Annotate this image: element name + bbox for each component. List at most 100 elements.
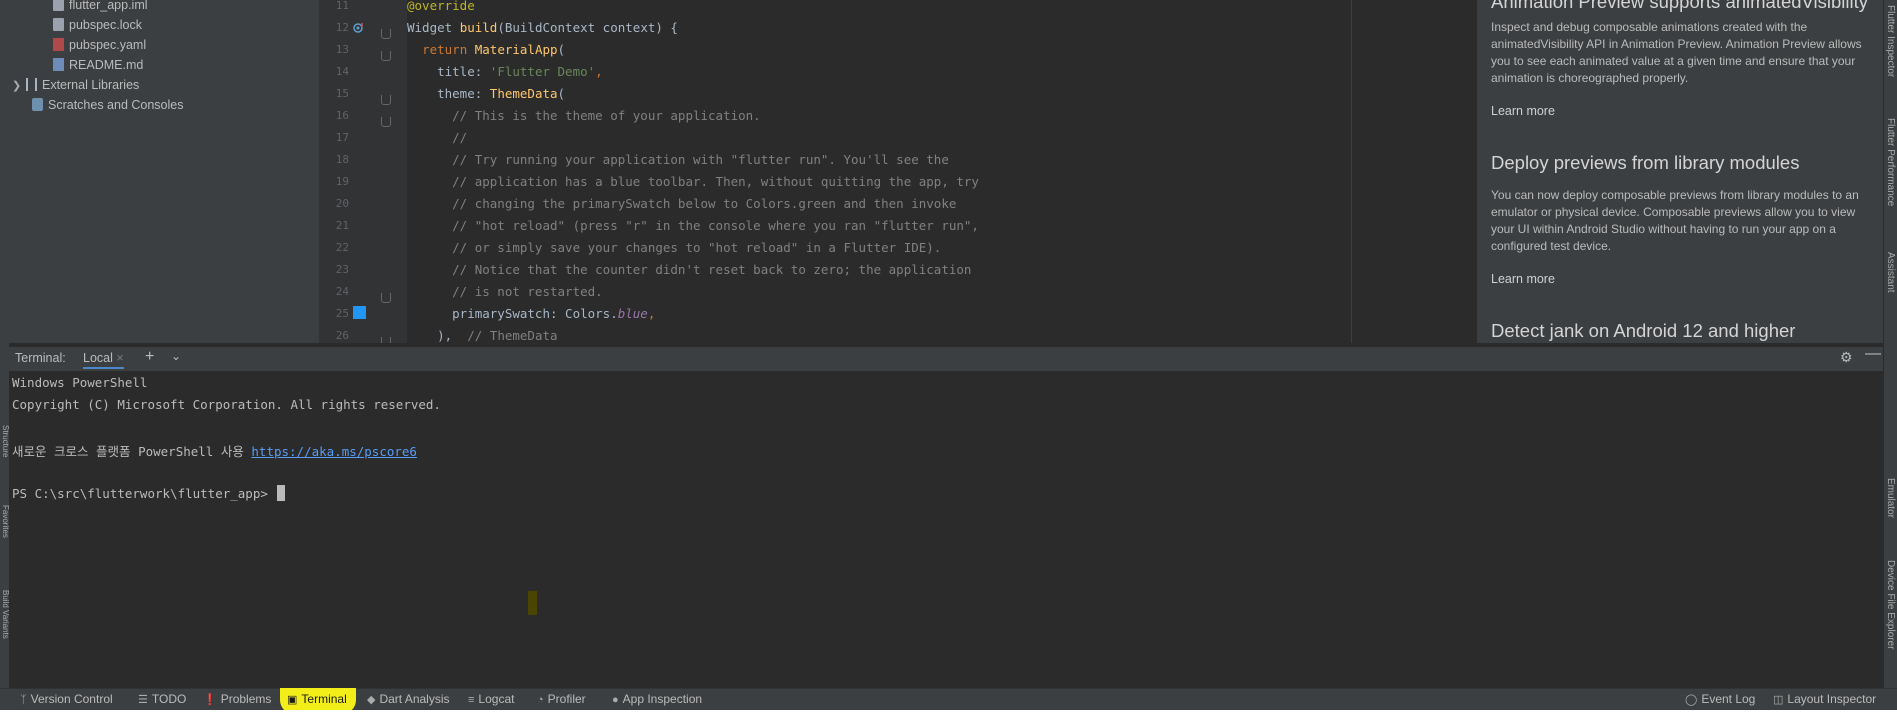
todo-button[interactable]: ☰ TODO — [138, 692, 186, 706]
fold-marker-icon[interactable] — [381, 51, 391, 61]
code-line[interactable]: Widget build(BuildContext context) { — [407, 17, 678, 39]
dart-analysis-button[interactable]: ◆ Dart Analysis — [367, 692, 450, 706]
code-token: 'Flutter Demo' — [489, 64, 596, 79]
scratch-icon — [32, 98, 43, 111]
tree-item-external-libraries[interactable]: ❯ External Libraries — [12, 75, 139, 95]
project-tree: flutter_app.iml pubspec.lock pubspec.yam… — [9, 0, 319, 343]
tab-local[interactable]: Local × — [83, 351, 124, 369]
fold-marker-icon[interactable] — [381, 117, 391, 127]
code-line[interactable]: // Try running your application with "fl… — [407, 149, 949, 171]
assistant-tab[interactable]: Assistant — [1885, 252, 1896, 293]
code-line[interactable]: // "hot reload" (press "r" in the consol… — [407, 215, 979, 237]
right-margin-guide — [1351, 0, 1352, 343]
tree-item-readme[interactable]: README.md — [53, 55, 143, 75]
code-line[interactable]: ), // ThemeData — [407, 325, 558, 343]
flutter-inspector-tab[interactable]: Flutter Inspector — [1885, 5, 1896, 77]
tree-item-flutter-app-iml[interactable]: flutter_app.iml — [53, 0, 148, 15]
code-line[interactable]: // or simply save your changes to "hot r… — [407, 237, 941, 259]
chevron-down-icon[interactable]: ⌄ — [171, 349, 181, 363]
code-line[interactable]: primarySwatch: Colors.blue, — [407, 303, 655, 325]
event-log-button[interactable]: ◯ Event Log — [1685, 692, 1755, 706]
emulator-tab[interactable]: Emulator — [1885, 478, 1896, 518]
terminal-output[interactable]: Windows PowerShell Copyright (C) Microso… — [9, 371, 1883, 688]
terminal-prompt-line[interactable]: PS C:\src\flutterwork\flutter_app> — [12, 485, 286, 501]
line-number: 12 — [335, 21, 349, 34]
problems-icon: ❗ — [203, 694, 217, 706]
profiler-button[interactable]: ◔ Profiler — [537, 692, 586, 706]
add-terminal-icon[interactable]: + — [145, 348, 154, 366]
terminal-header: Terminal: Local × + ⌄ ⚙ — — [9, 345, 1883, 371]
assistant-panel: Animation Preview supports animatedVisib… — [1477, 0, 1883, 343]
override-marker-icon[interactable] — [353, 21, 365, 33]
assistant-heading-animation-preview: Animation Preview supports animatedVisib… — [1491, 0, 1869, 12]
minimize-icon[interactable]: — — [1865, 345, 1881, 363]
code-token: // Try running your application with "fl… — [407, 152, 949, 167]
layout-inspector-icon: ◫ — [1773, 694, 1784, 706]
color-swatch-icon[interactable] — [353, 306, 366, 319]
terminal-title: Terminal: — [15, 351, 66, 365]
tree-item-scratches[interactable]: Scratches and Consoles — [32, 95, 184, 115]
fold-marker-icon[interactable] — [381, 29, 391, 39]
code-token: build — [459, 20, 498, 35]
code-token: primarySwatch: Colors. — [407, 306, 618, 321]
code-token: // is not restarted. — [407, 284, 603, 299]
code-line[interactable]: // changing the primarySwatch below to C… — [407, 193, 956, 215]
code-line[interactable]: theme: ThemeData( — [407, 83, 565, 105]
assistant-heading-detect-jank: Detect jank on Android 12 and higher — [1491, 320, 1796, 341]
code-line[interactable]: // is not restarted. — [407, 281, 603, 303]
chevron-right-icon[interactable]: ❯ — [12, 76, 26, 96]
code-line[interactable]: @override — [407, 0, 475, 17]
code-token: , — [595, 64, 603, 79]
close-icon[interactable]: × — [116, 351, 123, 365]
code-token: Widget — [407, 20, 460, 35]
layout-inspector-button[interactable]: ◫ Layout Inspector — [1773, 692, 1876, 706]
code-line[interactable]: // Notice that the counter didn't reset … — [407, 259, 971, 281]
pscore6-link[interactable]: https://aka.ms/pscore6 — [251, 444, 417, 459]
dart-analysis-icon: ◆ — [367, 694, 376, 706]
flutter-performance-tab[interactable]: Flutter Performance — [1885, 118, 1896, 206]
library-icon — [26, 78, 37, 91]
code-line[interactable]: // This is the theme of your application… — [407, 105, 761, 127]
code-line[interactable]: return MaterialApp( — [407, 39, 565, 61]
terminal-line: 새로운 크로스 플랫폼 PowerShell 사용 https://aka.ms… — [12, 444, 417, 459]
code-token: (BuildContext context) { — [497, 20, 678, 35]
version-control-button[interactable]: ᛉ Version Control — [20, 692, 113, 706]
problems-button[interactable]: ❗ Problems — [203, 692, 271, 706]
line-number: 15 — [335, 87, 349, 100]
iml-file-icon — [53, 0, 64, 11]
tree-item-pubspec-lock[interactable]: pubspec.lock — [53, 15, 142, 35]
gear-icon[interactable]: ⚙ — [1840, 349, 1853, 366]
code-token: theme: — [407, 86, 490, 101]
terminal-cursor — [277, 485, 286, 501]
line-number: 25 — [335, 307, 349, 320]
code-token: // application has a blue toolbar. Then,… — [407, 174, 979, 189]
version-control-icon: ᛉ — [20, 694, 27, 706]
code-token: // or simply save your changes to "hot r… — [407, 240, 942, 255]
line-number: 13 — [335, 43, 349, 56]
terminal-button[interactable]: ▣ Terminal — [287, 692, 347, 706]
app-inspection-button[interactable]: ● App Inspection — [612, 692, 702, 706]
yaml-file-icon — [53, 38, 64, 51]
code-line[interactable]: title: 'Flutter Demo', — [407, 61, 603, 83]
todo-icon: ☰ — [138, 694, 148, 706]
code-line[interactable]: // — [407, 127, 467, 149]
fold-marker-icon[interactable] — [381, 293, 391, 303]
code-token: // ThemeData — [467, 328, 558, 343]
profiler-icon: ◔ — [537, 694, 544, 706]
tree-item-pubspec-yaml[interactable]: pubspec.yaml — [53, 35, 146, 55]
assistant-paragraph-1: Inspect and debug composable animations … — [1491, 20, 1862, 85]
learn-more-link-2[interactable]: Learn more — [1491, 272, 1555, 286]
line-number: 24 — [335, 285, 349, 298]
code-token: @override — [407, 0, 475, 13]
device-file-explorer-tab[interactable]: Device File Explorer — [1885, 560, 1896, 649]
code-editor[interactable]: 11 @override 12 Widget build(BuildContext c… — [319, 0, 1477, 343]
fold-marker-icon[interactable] — [381, 337, 391, 343]
learn-more-link-1[interactable]: Learn more — [1491, 104, 1555, 118]
terminal-line: Copyright (C) Microsoft Corporation. All… — [12, 397, 441, 412]
code-token: ), — [407, 328, 468, 343]
code-token: title: — [407, 64, 490, 79]
fold-marker-icon[interactable] — [381, 95, 391, 105]
logcat-button[interactable]: ≡ Logcat — [468, 692, 514, 706]
code-line[interactable]: // application has a blue toolbar. Then,… — [407, 171, 979, 193]
code-token: MaterialApp — [474, 42, 558, 57]
